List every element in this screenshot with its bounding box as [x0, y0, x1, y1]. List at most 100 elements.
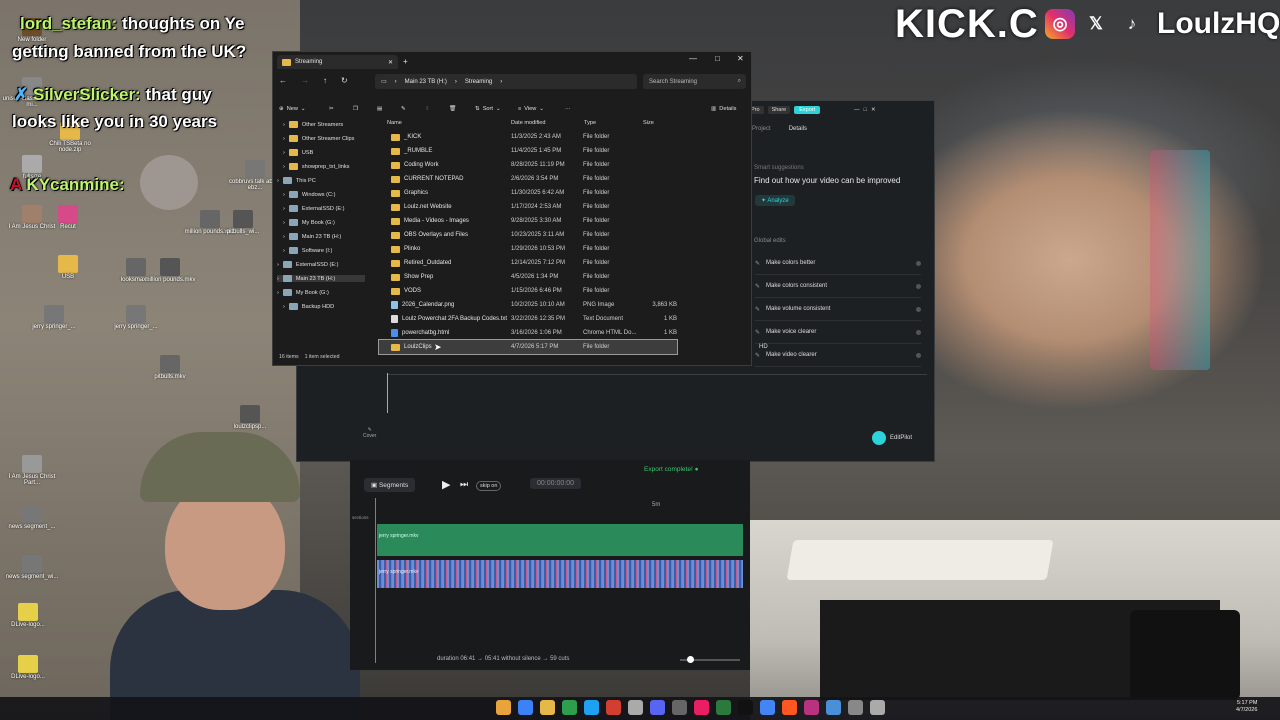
taskbar-app-icon[interactable]: [672, 700, 687, 715]
audio-clip-track[interactable]: jerry springer.mkv: [377, 560, 743, 588]
taskbar-app-icon[interactable]: [870, 700, 885, 715]
forward-button[interactable]: ⏭: [460, 479, 468, 490]
taskbar-app-icon[interactable]: [628, 700, 643, 715]
cover-button[interactable]: ✎ Cover: [363, 427, 376, 439]
file-row[interactable]: LoulzClips 4/7/2026 5:17 PM File folder: [378, 339, 678, 355]
rename-button[interactable]: ✎: [401, 106, 406, 112]
tab-details[interactable]: Details: [789, 126, 807, 132]
file-row[interactable]: Plinko 1/29/2026 10:53 PM File folder: [273, 242, 683, 256]
desktop-icon[interactable]: jerry springer_...: [24, 305, 84, 330]
delete-button[interactable]: 🗑: [449, 106, 456, 112]
paste-button[interactable]: ▤: [377, 106, 382, 112]
file-row[interactable]: Retired_Outdated 12/14/2025 7:12 PM File f…: [273, 256, 683, 270]
desktop-icon[interactable]: DLive-logo...: [0, 655, 58, 680]
desktop-icon[interactable]: DLive-logo...: [0, 603, 58, 628]
column-date[interactable]: Date modified: [511, 120, 546, 126]
global-edit-item[interactable]: ✎ Make volume consistent: [755, 298, 921, 321]
taskbar-app-icon[interactable]: [694, 700, 709, 715]
file-row[interactable]: _RUMBLE 11/4/2025 1:45 PM File folder: [273, 144, 683, 158]
desktop-icon[interactable]: Recut: [38, 205, 98, 230]
file-row[interactable]: Show Prep 4/5/2026 1:34 PM File folder: [273, 270, 683, 284]
new-tab-icon[interactable]: +: [403, 57, 408, 66]
toggle-dot-icon[interactable]: [916, 329, 921, 335]
window-minimize-icon[interactable]: —: [689, 54, 697, 63]
breadcrumb-folder[interactable]: Streaming: [465, 79, 492, 85]
maximize-icon[interactable]: □: [864, 107, 867, 113]
taskbar-app-icon[interactable]: [826, 700, 841, 715]
explorer-tab[interactable]: Streaming ✕: [277, 55, 398, 69]
copy-button[interactable]: ❐: [353, 106, 358, 112]
taskbar-app-icon[interactable]: [738, 700, 753, 715]
chevron-right-icon[interactable]: ›: [283, 122, 285, 128]
desktop-icon[interactable]: I Am Jesus Christ Part...: [2, 455, 62, 487]
taskbar-app-icon[interactable]: [848, 700, 863, 715]
file-row[interactable]: powerchatbg.html 3/16/2026 1:06 PM Chrome …: [273, 326, 683, 340]
minimize-icon[interactable]: —: [854, 107, 860, 113]
breadcrumb-drive[interactable]: Main 23 TB (H:): [405, 79, 447, 85]
address-bar[interactable]: ▭ › Main 23 TB (H:) › Streaming ›: [375, 74, 637, 89]
window-close-icon[interactable]: ✕: [737, 54, 744, 63]
desktop-icon[interactable]: pitbulls.mkv: [140, 355, 200, 380]
file-row[interactable]: _KICK 11/3/2025 2:43 AM File folder: [273, 130, 683, 144]
desktop-icon[interactable]: jerry springer_...: [106, 305, 166, 330]
tab-project[interactable]: Project: [752, 126, 771, 132]
share-icon[interactable]: ⇪: [425, 106, 430, 112]
desktop-icon[interactable]: million pounds.mkv: [140, 258, 200, 283]
toggle-dot-icon[interactable]: [916, 283, 921, 289]
file-row[interactable]: Loulz.net Website 1/17/2024 2:53 AM File f…: [273, 200, 683, 214]
column-type[interactable]: Type: [584, 120, 596, 126]
view-button[interactable]: ≡ View ⌄: [518, 106, 544, 112]
file-row[interactable]: Coding Work 8/28/2025 11:19 PM File folder: [273, 158, 683, 172]
file-row[interactable]: OBS Overlays and Files 10/23/2025 3:11 AM…: [273, 228, 683, 242]
taskbar-app-icon[interactable]: [496, 700, 511, 715]
taskbar-app-icon[interactable]: [760, 700, 775, 715]
cut-button[interactable]: ✂: [329, 106, 334, 112]
taskbar-app-icon[interactable]: [606, 700, 621, 715]
tab-close-icon[interactable]: ✕: [388, 59, 393, 66]
taskbar-app-icon[interactable]: [716, 700, 731, 715]
desktop-icon[interactable]: USB: [38, 255, 98, 280]
file-row[interactable]: 2026_Calendar.png 10/2/2025 10:10 AM PNG I…: [273, 298, 683, 312]
sort-button[interactable]: ⇅ Sort ⌄: [475, 106, 501, 112]
taskbar-app-icon[interactable]: [650, 700, 665, 715]
more-options-icon[interactable]: ···: [565, 106, 571, 112]
taskbar-app-icon[interactable]: [562, 700, 577, 715]
zoom-handle[interactable]: [687, 656, 694, 663]
playhead-marker[interactable]: [387, 373, 388, 413]
file-row[interactable]: VODS 1/15/2026 6:46 PM File folder: [273, 284, 683, 298]
toggle-dot-icon[interactable]: [916, 352, 921, 358]
taskbar-clock[interactable]: 5:17 PM 4/7/2026: [1236, 700, 1257, 714]
toggle-dot-icon[interactable]: [916, 260, 921, 266]
timeline-playhead[interactable]: [375, 498, 376, 663]
global-edit-item[interactable]: ✎ Make voice clearer: [755, 321, 921, 344]
export-button[interactable]: Export: [794, 106, 821, 114]
close-icon[interactable]: ✕: [871, 107, 876, 113]
taskbar-app-icon[interactable]: [518, 700, 533, 715]
share-button[interactable]: Share: [767, 106, 791, 114]
analyze-button[interactable]: ✦ Analyze: [755, 195, 795, 206]
taskbar-app-icon[interactable]: [782, 700, 797, 715]
file-row[interactable]: Loulz Powerchat 2FA Backup Codes.txt 3/22…: [273, 312, 683, 326]
toggle-dot-icon[interactable]: [916, 306, 921, 312]
video-clip-track[interactable]: jerry springer.mkv: [377, 524, 743, 556]
new-button[interactable]: ⊕ New ⌄: [279, 106, 306, 112]
file-row[interactable]: Graphics 11/30/2025 6:42 AM File folder: [273, 186, 683, 200]
editpilot-button[interactable]: EditPilot: [872, 431, 912, 445]
file-row[interactable]: CURRENT NOTEPAD 2/6/2026 3:54 PM File fold…: [273, 172, 683, 186]
desktop-icon[interactable]: news segment_...: [2, 505, 62, 530]
up-icon[interactable]: ↑: [323, 76, 327, 85]
nav-item[interactable]: › Other Streamers: [283, 121, 343, 128]
file-row[interactable]: Media - Videos - Images 9/28/2025 3:30 AM…: [273, 214, 683, 228]
window-maximize-icon[interactable]: □: [715, 54, 720, 63]
forward-icon[interactable]: →: [301, 76, 309, 85]
refresh-icon[interactable]: ↻: [341, 76, 348, 85]
segments-button[interactable]: ▣ Segments: [364, 478, 416, 492]
taskbar-app-icon[interactable]: [804, 700, 819, 715]
global-edit-item[interactable]: ✎ Make colors better: [755, 252, 921, 275]
search-box[interactable]: Search Streaming ⌕: [643, 74, 746, 89]
details-button[interactable]: ▥ Details: [711, 106, 736, 112]
desktop-icon[interactable]: loulzclipsp...: [220, 405, 280, 430]
desktop-icon[interactable]: news segment_wi...: [2, 555, 62, 580]
taskbar-app-icon[interactable]: [584, 700, 599, 715]
column-size[interactable]: Size: [643, 120, 654, 126]
